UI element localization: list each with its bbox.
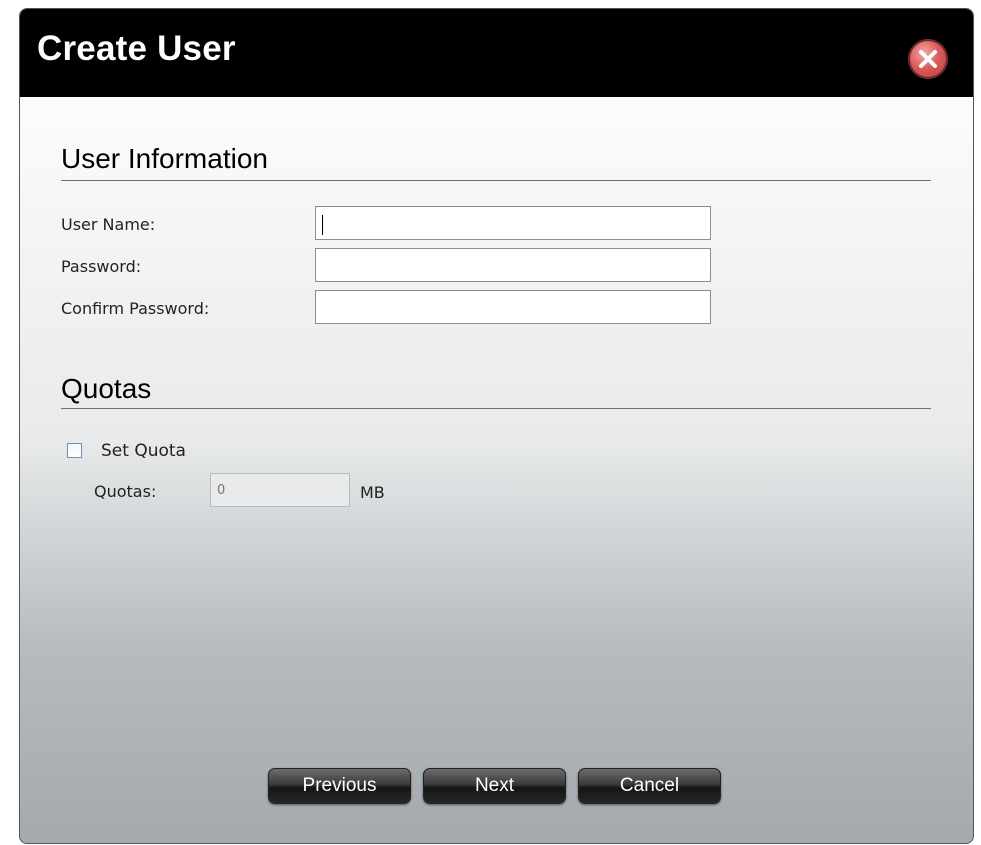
dialog-titlebar: Create User [20,9,973,97]
set-quota-checkbox[interactable] [67,443,82,458]
password-label: Password: [61,257,142,276]
close-x-icon [919,50,937,68]
previous-button[interactable]: Previous [268,768,411,804]
section-divider [61,180,931,181]
user-information-heading: User Information [61,143,268,174]
text-caret [322,215,323,235]
set-quota-label[interactable]: Set Quota [101,441,186,461]
username-input[interactable] [315,206,711,240]
username-label: User Name: [61,215,156,234]
quotas-label: Quotas: [94,482,157,501]
section-divider [61,408,931,409]
dialog-title: Create User [37,29,236,68]
confirm-password-input[interactable] [315,290,711,324]
quotas-heading: Quotas [61,373,152,404]
quota-unit-label: MB [360,483,385,502]
close-button[interactable] [908,39,948,79]
next-button[interactable]: Next [423,768,566,804]
create-user-dialog: Create User User Information User Name: … [19,8,974,844]
password-input[interactable] [315,248,711,282]
confirm-password-label: Confirm Password: [61,299,210,318]
cancel-button[interactable]: Cancel [578,768,721,804]
quota-size-input[interactable] [210,473,350,507]
